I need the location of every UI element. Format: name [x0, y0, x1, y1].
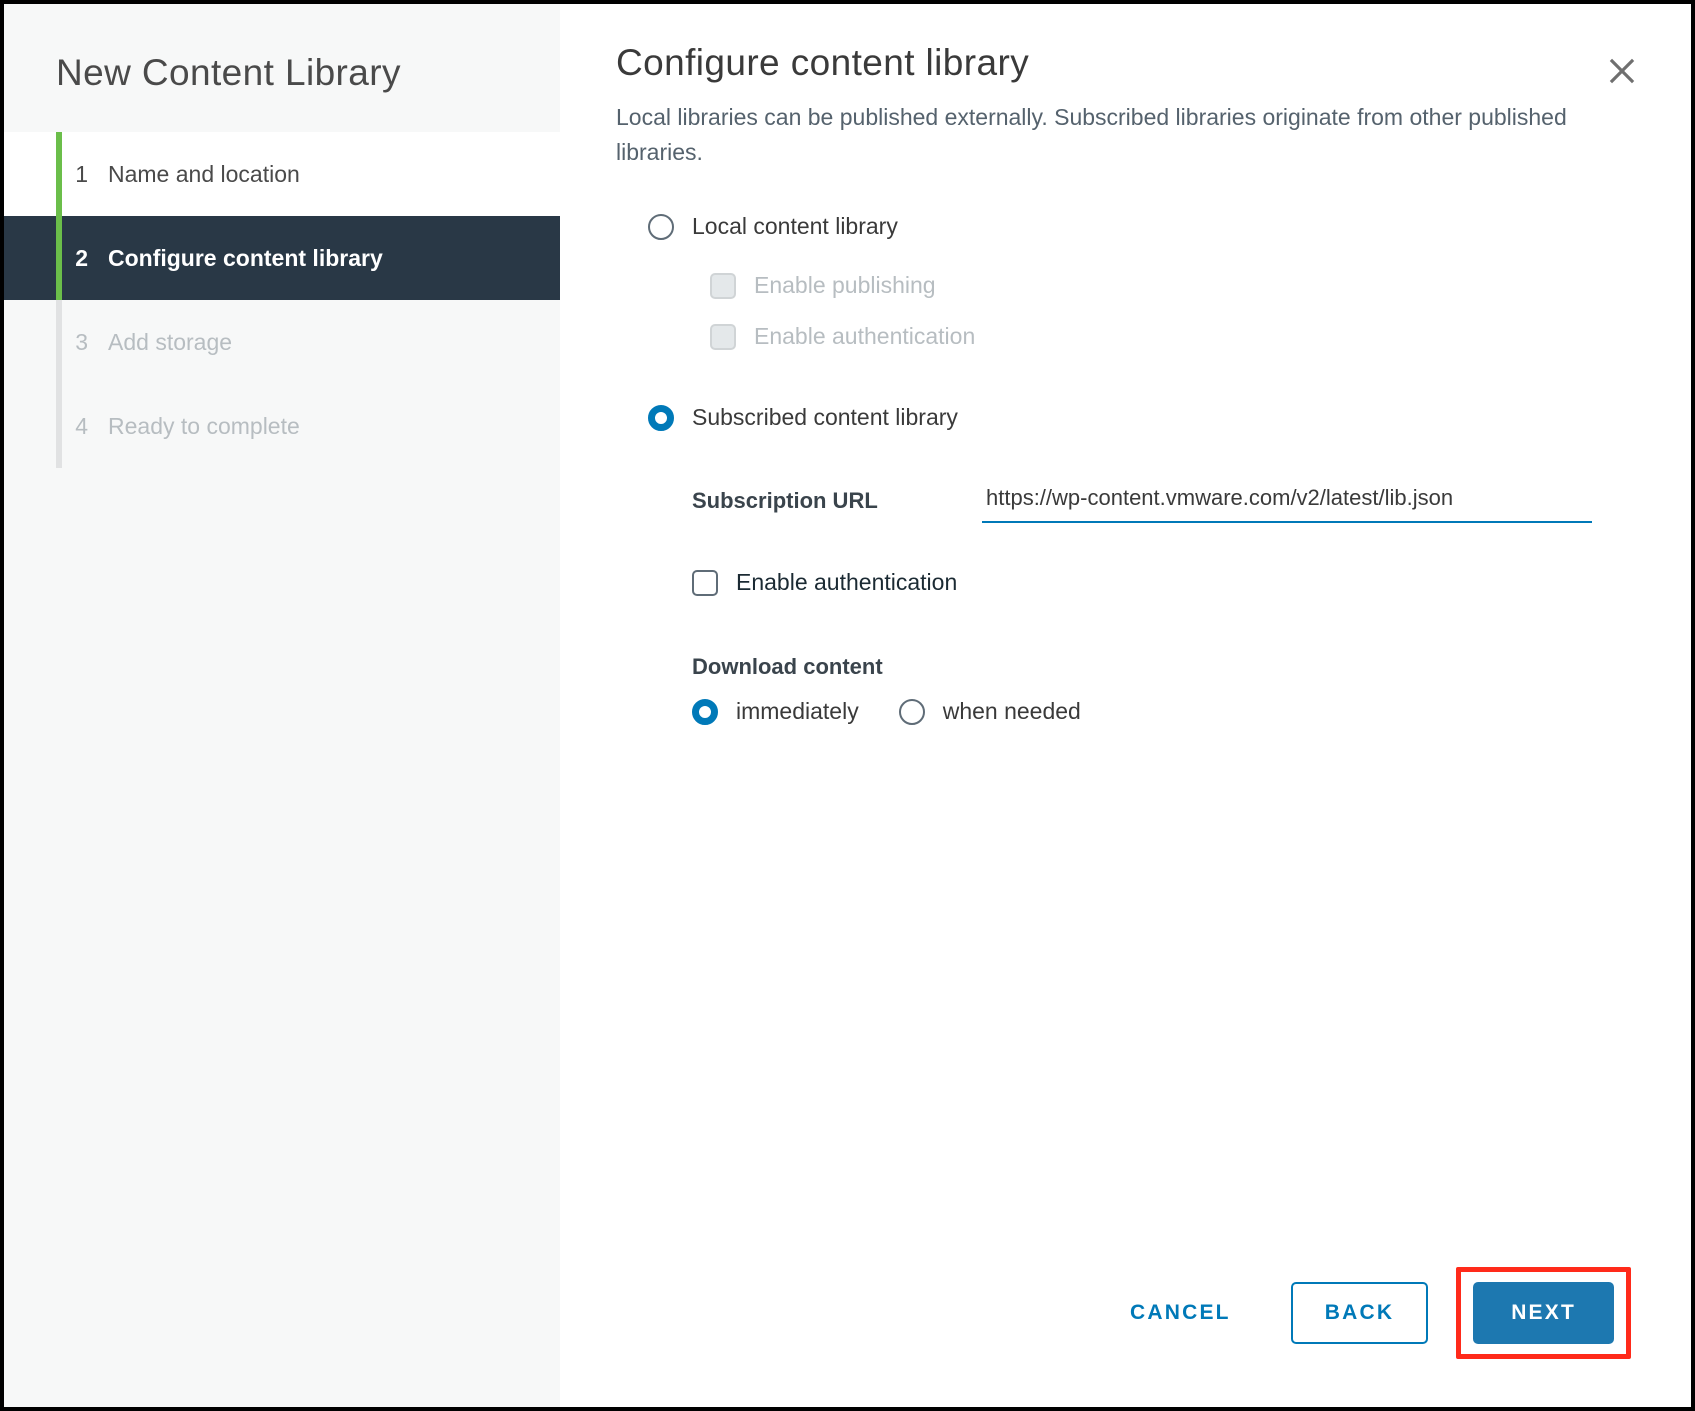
- step-label: Ready to complete: [108, 413, 300, 440]
- step-number: 2: [70, 245, 88, 272]
- radio-download-immediately[interactable]: immediately: [692, 698, 859, 725]
- local-sub-options: Enable publishing Enable authentication: [648, 252, 1635, 404]
- back-button[interactable]: BACK: [1291, 1282, 1428, 1344]
- radio-local-content-library[interactable]: Local content library: [648, 213, 1635, 240]
- checkbox-label: Enable authentication: [736, 569, 957, 596]
- radio-label: when needed: [943, 698, 1081, 725]
- checkbox-enable-authentication-local: Enable authentication: [710, 323, 1635, 350]
- step-number: 3: [70, 329, 88, 356]
- radio-subscribed-content-library[interactable]: Subscribed content library: [648, 404, 1635, 431]
- radio-icon: [899, 699, 925, 725]
- step-list: 1 Name and location 2 Configure content …: [4, 132, 560, 468]
- step-number: 1: [70, 161, 88, 188]
- subscription-url-label: Subscription URL: [692, 488, 942, 514]
- wizard-sidebar: New Content Library 1 Name and location …: [4, 4, 560, 1407]
- configure-form: Local content library Enable publishing …: [616, 213, 1635, 725]
- step-number: 4: [70, 413, 88, 440]
- checkbox-enable-publishing: Enable publishing: [710, 272, 1635, 299]
- close-icon[interactable]: [1603, 52, 1641, 90]
- checkbox-label: Enable publishing: [754, 272, 936, 299]
- checkbox-icon: [710, 273, 736, 299]
- checkbox-enable-authentication-subscribed[interactable]: Enable authentication: [648, 569, 1635, 596]
- wizard-footer: CANCEL BACK NEXT: [616, 1247, 1635, 1377]
- next-button[interactable]: NEXT: [1473, 1282, 1614, 1344]
- wizard-content: Configure content library Local librarie…: [560, 4, 1691, 1407]
- checkbox-icon: [692, 570, 718, 596]
- step-ready-to-complete[interactable]: 4 Ready to complete: [4, 384, 560, 468]
- radio-icon: [648, 405, 674, 431]
- page-heading: Configure content library: [616, 42, 1635, 84]
- step-add-storage[interactable]: 3 Add storage: [4, 300, 560, 384]
- step-label: Name and location: [108, 161, 300, 188]
- step-configure-content-library[interactable]: 2 Configure content library: [4, 216, 560, 300]
- radio-icon: [692, 699, 718, 725]
- checkbox-label: Enable authentication: [754, 323, 975, 350]
- download-content-label: Download content: [648, 620, 1635, 698]
- radio-icon: [648, 214, 674, 240]
- subscription-url-row: Subscription URL: [648, 443, 1635, 541]
- step-label: Add storage: [108, 329, 232, 356]
- cancel-button[interactable]: CANCEL: [1098, 1282, 1263, 1344]
- step-label: Configure content library: [108, 245, 383, 272]
- page-subtext: Local libraries can be published externa…: [616, 100, 1596, 169]
- checkbox-icon: [710, 324, 736, 350]
- step-name-location[interactable]: 1 Name and location: [4, 132, 560, 216]
- wizard-title: New Content Library: [4, 42, 560, 132]
- download-content-options: immediately when needed: [648, 698, 1635, 725]
- wizard-dialog: New Content Library 1 Name and location …: [0, 0, 1695, 1411]
- radio-label: immediately: [736, 698, 859, 725]
- subscription-url-input[interactable]: [982, 479, 1592, 523]
- radio-label: Local content library: [692, 213, 898, 240]
- radio-download-when-needed[interactable]: when needed: [899, 698, 1081, 725]
- radio-label: Subscribed content library: [692, 404, 958, 431]
- next-button-highlight: NEXT: [1456, 1267, 1631, 1359]
